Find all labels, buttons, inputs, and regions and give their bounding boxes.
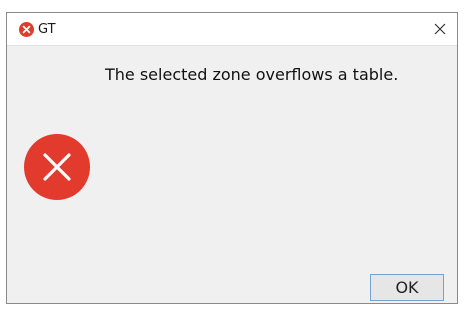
close-icon: [434, 23, 446, 35]
window-title: GT: [38, 22, 56, 37]
message-dialog: GT The selected zone overflows a table. …: [6, 12, 458, 304]
dialog-message: The selected zone overflows a table.: [105, 65, 399, 84]
ok-button[interactable]: OK: [370, 274, 444, 301]
error-icon: [19, 22, 34, 37]
error-icon: [24, 134, 90, 200]
dialog-body: The selected zone overflows a table. OK: [7, 46, 457, 303]
title-bar[interactable]: GT: [7, 13, 457, 46]
close-button[interactable]: [423, 13, 457, 45]
